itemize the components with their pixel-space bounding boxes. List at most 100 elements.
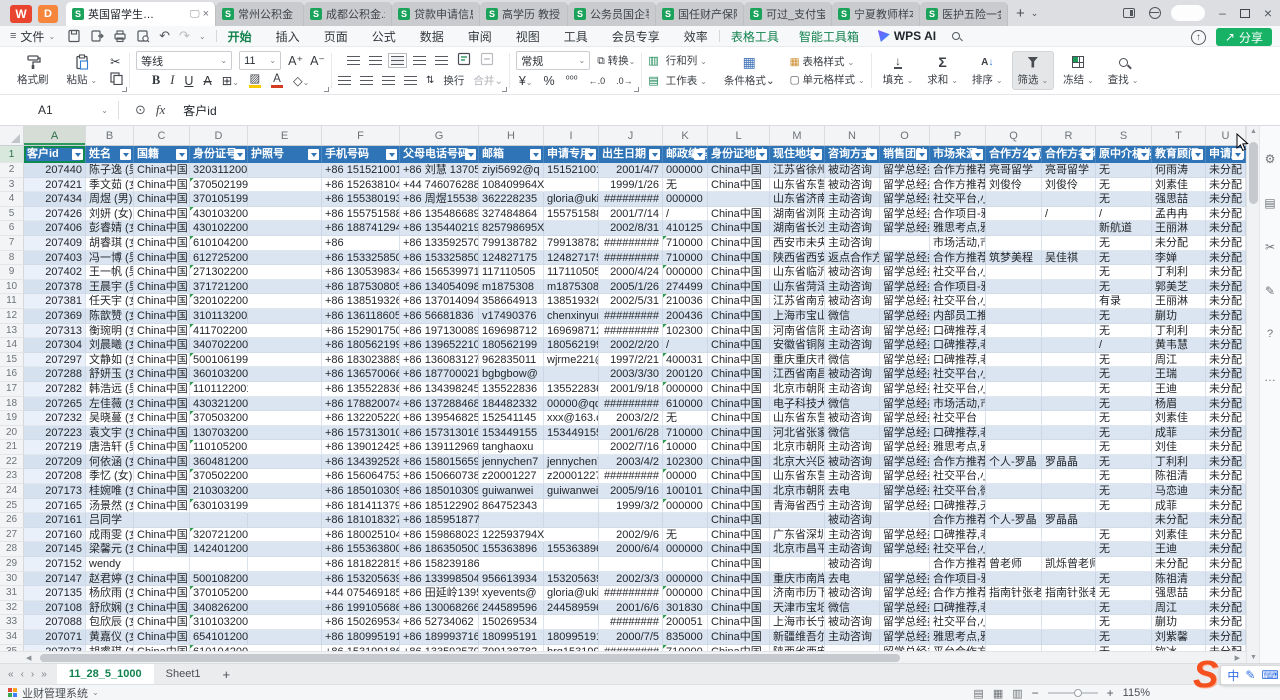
grid-cell[interactable]: +86 52734062 (400, 615, 479, 630)
grid-cell[interactable]: China中国 (708, 178, 770, 193)
wrap-text-icon[interactable] (457, 52, 471, 69)
grid-cell[interactable]: tanghaoxu (479, 440, 544, 455)
grid-cell[interactable]: 左佳薇 (女 (86, 397, 134, 412)
grid-cell[interactable] (248, 601, 322, 616)
grid-cell[interactable] (986, 601, 1042, 616)
grid-cell[interactable]: +86 13608312765 (400, 353, 479, 368)
grid-cell[interactable]: China中国 (708, 236, 770, 251)
grid-cell[interactable]: 未分配 (1152, 236, 1206, 251)
strikethrough-button[interactable]: A (203, 74, 211, 88)
menu-item-视图[interactable]: 视图 (515, 26, 541, 47)
grid-cell[interactable]: 刘俊伶 (1042, 178, 1096, 193)
grid-cell[interactable]: 1999/1/26 (599, 178, 663, 193)
grid-cell[interactable]: +86 181018327 (322, 513, 400, 528)
grid-cell[interactable]: 153449155 (479, 426, 544, 441)
grid-cell[interactable]: 10000 (663, 440, 708, 455)
grid-cell[interactable]: +86 132205220 (322, 411, 400, 426)
grid-cell[interactable]: 358664913 (479, 294, 544, 309)
grid-cell[interactable]: China中国 (708, 484, 770, 499)
grid-cell[interactable]: 102300 (663, 324, 708, 339)
grid-cell[interactable]: 207071 (24, 630, 86, 645)
grid-cell[interactable] (1042, 397, 1096, 412)
grid-cell[interactable]: 2003/4/2 (599, 455, 663, 470)
grid-cell[interactable]: 上海市宝山 (770, 309, 825, 324)
table-header-cell[interactable]: 手机号码 (322, 146, 400, 163)
grid-cell[interactable]: China中国 (134, 353, 190, 368)
grid-cell[interactable]: 合作方推荐 (930, 455, 986, 470)
grid-cell[interactable]: China中国 (708, 324, 770, 339)
grid-cell[interactable]: 2002/8/31 (599, 221, 663, 236)
grid-cell[interactable]: 何依涵 (女 (86, 455, 134, 470)
grid-cell[interactable] (986, 542, 1042, 557)
grid-cell[interactable]: 市场活动,市 (930, 397, 986, 412)
grid-cell[interactable]: 371721200501264452 (190, 280, 248, 295)
grid-cell[interactable]: +86 56681836 (400, 309, 479, 324)
column-header-Q[interactable]: Q (986, 126, 1042, 145)
clear-format-button[interactable]: ◇⌄ (293, 73, 309, 88)
grid-cell[interactable]: 无 (1096, 382, 1152, 397)
grid-cell[interactable] (248, 411, 322, 426)
menu-item-插入[interactable]: 插入 (275, 26, 301, 47)
grid-cell[interactable]: 207297 (24, 353, 86, 368)
grid-cell[interactable]: China中国 (134, 542, 190, 557)
grid-cell[interactable]: 799138782 (479, 236, 544, 251)
grid-cell[interactable]: 留学总经办 (880, 542, 930, 557)
grid-cell[interactable] (1042, 572, 1096, 587)
grid-cell[interactable] (986, 469, 1042, 484)
column-header-T[interactable]: T (1152, 126, 1206, 145)
grid-cell[interactable]: 207209 (24, 455, 86, 470)
grid-cell[interactable]: 青海省西宁 (770, 499, 825, 514)
grid-cell[interactable]: 被动咨询 (825, 265, 880, 280)
grid-cell[interactable]: 微信 (825, 397, 880, 412)
wps-logo-icon[interactable]: W (10, 5, 32, 23)
grid-cell[interactable]: 罗晶晶 (1042, 455, 1096, 470)
grid-cell[interactable]: 135522836 (479, 382, 544, 397)
grid-cell[interactable]: chenxinyur (544, 309, 599, 324)
grid-cell[interactable] (1042, 265, 1096, 280)
grid-cell[interactable]: 刘素佳 (1152, 411, 1206, 426)
grid-cell[interactable]: China中国 (708, 630, 770, 645)
grid-cell[interactable]: 亮哥留学 (986, 163, 1042, 178)
merge-button[interactable]: 合并⌄ (473, 73, 503, 88)
print-icon[interactable] (113, 29, 127, 43)
grid-cell[interactable]: 244589596 (544, 601, 599, 616)
grid-cell[interactable] (134, 513, 190, 528)
grid-cell[interactable]: +86 19713008901 (400, 324, 479, 339)
grid-cell[interactable]: +86 15801565916 (400, 455, 479, 470)
grid-cell[interactable]: / (663, 207, 708, 222)
grid-cell[interactable]: 陈祖清 (1152, 572, 1206, 587)
grid-cell[interactable]: 无 (663, 528, 708, 543)
grid-cell[interactable]: 654101200007050581 (190, 630, 248, 645)
grid-cell[interactable]: 未分配 (1206, 572, 1246, 587)
grid-cell[interactable]: 口碑推荐,老 (930, 338, 986, 353)
grid-cell[interactable]: 周江 (1152, 601, 1206, 616)
grid-cell[interactable]: 被动咨询 (825, 513, 880, 528)
grid-cell[interactable]: 未分配 (1206, 557, 1246, 572)
grid-cell[interactable]: 孟冉冉 (1152, 207, 1206, 222)
grid-cell[interactable]: 825798695XXX@163. (479, 221, 544, 236)
grid-cell[interactable]: China中国 (134, 455, 190, 470)
grid-cell[interactable]: 155363896 (479, 542, 544, 557)
grid-cell[interactable]: 207440 (24, 163, 86, 178)
column-header-G[interactable]: G (400, 126, 479, 145)
grid-cell[interactable]: 刘素佳 (1152, 528, 1206, 543)
row-header[interactable]: 13 (0, 324, 24, 339)
wrap-text-button[interactable]: 换行 (443, 73, 464, 88)
grid-cell[interactable]: 207378 (24, 280, 86, 295)
cut-icon[interactable]: ✂ (110, 54, 123, 69)
grid-cell[interactable]: guiwanwei (544, 484, 599, 499)
grid-cell[interactable]: 207403 (24, 251, 86, 266)
grid-cell[interactable]: 无 (1096, 426, 1152, 441)
page-layout-view-icon[interactable]: ▦ (993, 687, 1003, 700)
grid-cell[interactable]: 无 (1096, 353, 1152, 368)
grid-cell[interactable]: 370502200012272047 (190, 469, 248, 484)
table-header-cell[interactable]: 合作方名称 (1042, 146, 1096, 163)
grid-cell[interactable] (479, 557, 544, 572)
grid-cell[interactable]: z20001227 (479, 469, 544, 484)
grid-cell[interactable]: 留学总经办 (880, 294, 930, 309)
grid-cell[interactable]: +86 18501030985 (400, 484, 479, 499)
row-header[interactable]: 15 (0, 353, 24, 368)
grid-cell[interactable] (190, 513, 248, 528)
grid-cell[interactable]: +86 13006826633 (400, 601, 479, 616)
grid-cell[interactable]: 207409 (24, 236, 86, 251)
